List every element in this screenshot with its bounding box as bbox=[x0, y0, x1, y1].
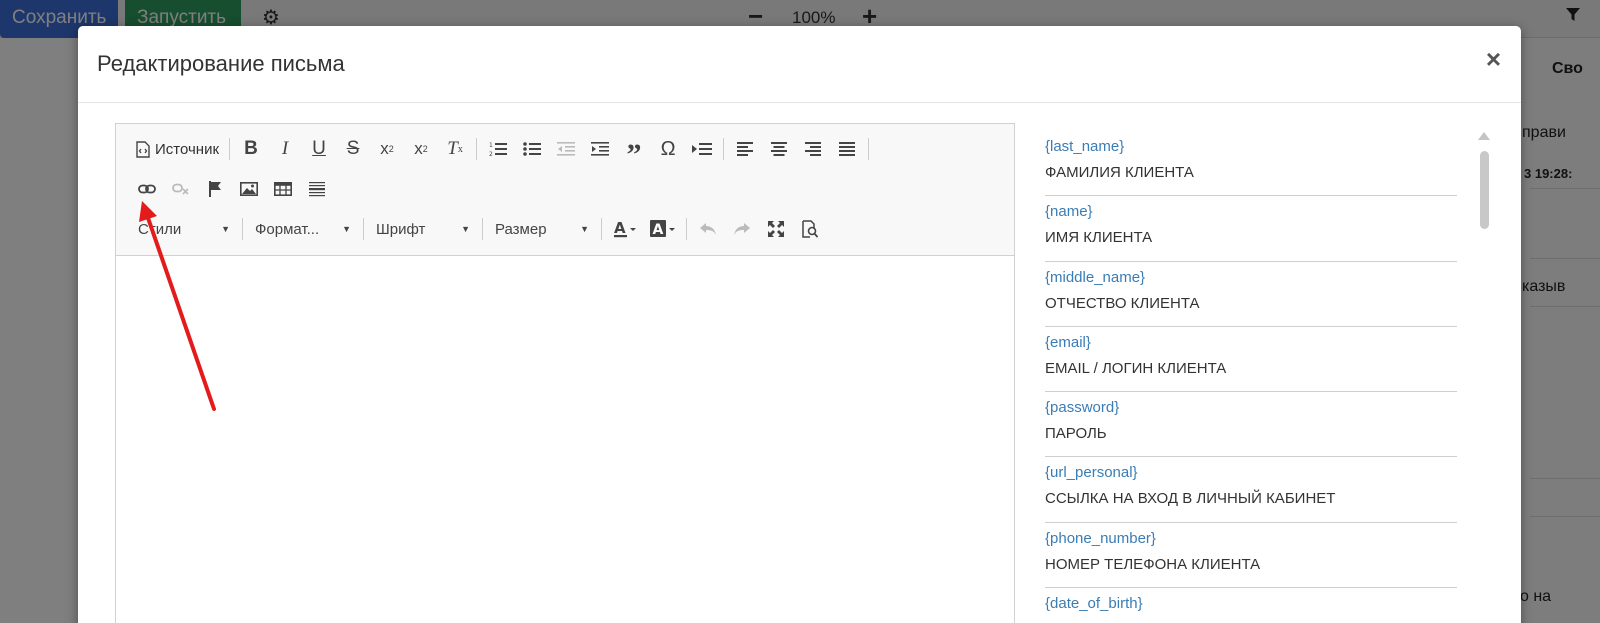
table-icon[interactable] bbox=[266, 175, 300, 203]
variable-description: ФАМИЛИЯ КЛИЕНТА bbox=[1045, 164, 1194, 181]
svg-text:A: A bbox=[653, 222, 664, 238]
underline-icon[interactable]: U bbox=[302, 135, 336, 163]
link-icon[interactable] bbox=[130, 175, 164, 203]
list-item[interactable]: {url_personal} ССЫЛКА НА ВХОД В ЛИЧНЫЙ К… bbox=[1045, 457, 1457, 523]
variable-key[interactable]: {url_personal} bbox=[1045, 463, 1457, 483]
source-icon bbox=[136, 140, 150, 158]
list-item[interactable]: {name} ИМЯ КЛИЕНТА bbox=[1045, 196, 1457, 262]
variable-key[interactable]: {password} bbox=[1045, 398, 1457, 418]
svg-text:A: A bbox=[614, 220, 626, 237]
variable-description: EMAIL / ЛОГИН КЛИЕНТА bbox=[1045, 359, 1227, 377]
toolbar-row-2 bbox=[130, 174, 334, 204]
variables-scrollbar[interactable] bbox=[1477, 126, 1491, 623]
list-item[interactable]: {middle_name} ОТЧЕСТВО КЛИЕНТА bbox=[1045, 262, 1457, 327]
remove-format-icon[interactable]: Tx bbox=[438, 135, 472, 163]
styles-label: Стили bbox=[138, 220, 182, 238]
align-right-icon[interactable] bbox=[796, 135, 830, 163]
caret-down-icon: ▼ bbox=[461, 224, 470, 234]
unlink-icon[interactable] bbox=[164, 175, 198, 203]
list-item[interactable]: {last_name} ФАМИЛИЯ КЛИЕНТА bbox=[1045, 131, 1457, 197]
variables-list: {last_name} ФАМИЛИЯ КЛИЕНТА {name} ИМЯ К… bbox=[1045, 131, 1457, 623]
variable-key[interactable]: {name} bbox=[1045, 202, 1457, 222]
variable-key[interactable]: {email} bbox=[1045, 333, 1457, 353]
editor-toolbar: Источник B I U S x2 x2 Tx 12 ” Ω Стили ▼… bbox=[116, 124, 1014, 256]
preview-icon[interactable] bbox=[793, 215, 827, 243]
svg-text:2: 2 bbox=[489, 151, 493, 157]
toolbar-row-3: Стили ▼ Формат... ▼ Шрифт ▼ Размер ▼ A A bbox=[130, 214, 827, 244]
undo-icon[interactable] bbox=[691, 215, 725, 243]
outdent-icon[interactable] bbox=[549, 135, 583, 163]
toolbar-row-1: Источник B I U S x2 x2 Tx 12 ” Ω bbox=[130, 134, 873, 171]
svg-text:1: 1 bbox=[489, 142, 493, 149]
styles-dropdown[interactable]: Стили ▼ bbox=[130, 216, 238, 242]
editor-content-area[interactable] bbox=[116, 257, 1014, 623]
special-char-icon[interactable]: Ω bbox=[651, 135, 685, 163]
page-break-icon[interactable] bbox=[685, 135, 719, 163]
subscript-icon[interactable]: x2 bbox=[370, 135, 404, 163]
text-color-icon[interactable]: A bbox=[606, 215, 644, 243]
list-item[interactable]: {email} EMAIL / ЛОГИН КЛИЕНТА bbox=[1045, 327, 1457, 393]
caret-down-icon: ▼ bbox=[342, 224, 351, 234]
redo-icon[interactable] bbox=[725, 215, 759, 243]
modal-title: Редактирование письма bbox=[97, 51, 345, 76]
superscript-icon[interactable]: x2 bbox=[404, 135, 438, 163]
italic-icon[interactable]: I bbox=[268, 135, 302, 163]
numbered-list-icon[interactable]: 12 bbox=[481, 135, 515, 163]
size-dropdown[interactable]: Размер ▼ bbox=[487, 216, 597, 242]
variable-description: ССЫЛКА НА ВХОД В ЛИЧНЫЙ КАБИНЕТ bbox=[1045, 490, 1336, 508]
scroll-up-arrow-icon[interactable] bbox=[1478, 132, 1490, 140]
anchor-flag-icon[interactable] bbox=[198, 175, 232, 203]
variable-key[interactable]: {last_name} bbox=[1045, 137, 1457, 157]
font-dropdown[interactable]: Шрифт ▼ bbox=[368, 216, 478, 242]
indent-icon[interactable] bbox=[583, 135, 617, 163]
format-dropdown[interactable]: Формат... ▼ bbox=[247, 216, 359, 242]
caret-down-icon: ▼ bbox=[221, 224, 230, 234]
format-label: Формат... bbox=[255, 220, 320, 238]
size-label: Размер bbox=[495, 220, 547, 238]
align-center-icon[interactable] bbox=[762, 135, 796, 163]
list-item[interactable]: {phone_number} НОМЕР ТЕЛЕФОНА КЛИЕНТА bbox=[1045, 523, 1457, 589]
variable-description: НОМЕР ТЕЛЕФОНА КЛИЕНТА bbox=[1045, 555, 1261, 573]
close-button[interactable]: × bbox=[1486, 46, 1501, 72]
bold-icon[interactable]: B bbox=[234, 135, 268, 163]
source-label: Источник bbox=[155, 140, 220, 158]
list-item[interactable]: {date_of_birth} bbox=[1045, 588, 1457, 623]
align-justify-icon[interactable] bbox=[830, 135, 864, 163]
source-button[interactable]: Источник bbox=[130, 135, 225, 163]
strikethrough-icon[interactable]: S bbox=[336, 135, 370, 163]
variable-key[interactable]: {middle_name} bbox=[1045, 268, 1457, 288]
variable-description: ОТЧЕСТВО КЛИЕНТА bbox=[1045, 294, 1200, 312]
maximize-icon[interactable] bbox=[759, 215, 793, 243]
blockquote-icon[interactable]: ” bbox=[617, 135, 651, 171]
background-color-icon[interactable]: A bbox=[644, 215, 682, 243]
edit-letter-modal: Редактирование письма × Источник B I U S… bbox=[78, 26, 1521, 623]
variable-description: ПАРОЛЬ bbox=[1045, 425, 1107, 443]
list-item[interactable]: {password} ПАРОЛЬ bbox=[1045, 392, 1457, 458]
align-left-icon[interactable] bbox=[728, 135, 762, 163]
scroll-thumb[interactable] bbox=[1480, 151, 1489, 229]
horizontal-line-icon[interactable] bbox=[300, 175, 334, 203]
variable-description: ИМЯ КЛИЕНТА bbox=[1045, 229, 1153, 247]
modal-header: Редактирование письма × bbox=[78, 26, 1521, 103]
rich-text-editor: Источник B I U S x2 x2 Tx 12 ” Ω Стили ▼… bbox=[115, 123, 1015, 623]
variable-key[interactable]: {date_of_birth} bbox=[1045, 594, 1457, 614]
image-icon[interactable] bbox=[232, 175, 266, 203]
variable-key[interactable]: {phone_number} bbox=[1045, 529, 1457, 549]
caret-down-icon: ▼ bbox=[580, 224, 589, 234]
font-label: Шрифт bbox=[376, 220, 426, 238]
bulleted-list-icon[interactable] bbox=[515, 135, 549, 163]
